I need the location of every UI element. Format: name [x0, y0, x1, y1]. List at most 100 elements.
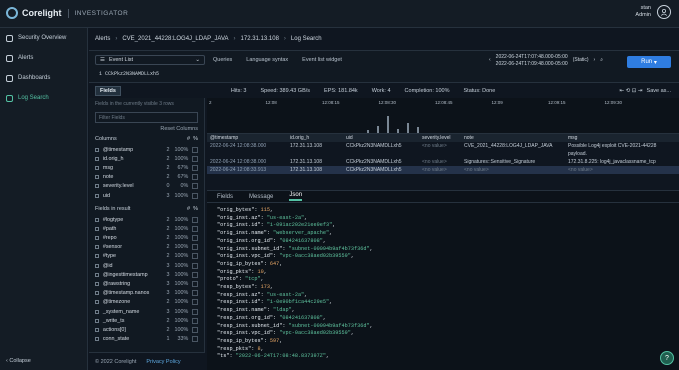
- checkbox[interactable]: [95, 184, 99, 189]
- query-tool-button[interactable]: Event list widget: [302, 57, 342, 63]
- field-row[interactable]: conn_state 1 33%: [89, 335, 204, 344]
- field-menu-icon[interactable]: [192, 164, 198, 171]
- column-header[interactable]: id.orig_h: [287, 135, 343, 141]
- field-row[interactable]: #type 2 100%: [89, 252, 204, 261]
- detail-tab-message[interactable]: Message: [249, 194, 273, 200]
- field-row[interactable]: id.orig_h 2 100%: [89, 154, 204, 163]
- checkbox[interactable]: [95, 337, 99, 342]
- field-row[interactable]: #path 2 100%: [89, 224, 204, 233]
- field-row[interactable]: note 2 67%: [89, 173, 204, 182]
- filter-fields-input[interactable]: Filter Fields: [95, 112, 198, 123]
- checkbox[interactable]: [95, 309, 99, 314]
- checkbox[interactable]: [95, 318, 99, 323]
- table-row[interactable]: payload.: [207, 150, 679, 158]
- field-row[interactable]: #repo 2 100%: [89, 234, 204, 243]
- prev-range-icon[interactable]: ‹: [489, 57, 491, 64]
- user-menu[interactable]: stan Admin: [635, 5, 671, 19]
- breadcrumb-item[interactable]: CVE_2021_44228:LOG4J_LDAP_JAVA: [122, 36, 228, 42]
- query-tool-button[interactable]: Language syntax: [246, 57, 288, 63]
- detail-tab-json[interactable]: Json: [289, 192, 303, 201]
- checkbox[interactable]: [95, 254, 99, 259]
- field-menu-icon[interactable]: [192, 253, 198, 260]
- checkbox[interactable]: [95, 193, 99, 198]
- field-menu-icon[interactable]: [192, 336, 198, 343]
- next-range-icon[interactable]: ›: [594, 57, 596, 64]
- query-tool-button[interactable]: Queries: [213, 57, 232, 63]
- column-header[interactable]: @timestamp: [207, 135, 287, 141]
- field-row[interactable]: @rawstring 3 100%: [89, 279, 204, 288]
- column-header[interactable]: msg: [565, 135, 665, 141]
- field-menu-icon[interactable]: [192, 225, 198, 232]
- field-menu-icon[interactable]: [192, 326, 198, 333]
- field-menu-icon[interactable]: [192, 271, 198, 278]
- field-row[interactable]: msg 2 67%: [89, 163, 204, 172]
- field-row[interactable]: actions[0] 2 100%: [89, 325, 204, 334]
- field-menu-icon[interactable]: [192, 299, 198, 306]
- field-row[interactable]: uid 3 100%: [89, 191, 204, 200]
- checkbox[interactable]: [95, 245, 99, 250]
- query-input[interactable]: 1 CCkPkz2N3NAMDLLxh5: [99, 71, 159, 77]
- checkbox[interactable]: [95, 226, 99, 231]
- field-row[interactable]: @ingesttimestamp 3 100%: [89, 270, 204, 279]
- save-as-button[interactable]: Save as...: [647, 88, 671, 94]
- help-button[interactable]: ?: [660, 351, 674, 365]
- checkbox[interactable]: [95, 282, 99, 287]
- field-row[interactable]: @timezone 2 100%: [89, 298, 204, 307]
- logo[interactable]: Corelight INVESTIGATOR: [6, 7, 128, 19]
- breadcrumb-item[interactable]: 172.31.13.108: [241, 36, 279, 42]
- reset-columns-button[interactable]: Reset Columns: [89, 125, 204, 133]
- checkbox[interactable]: [95, 272, 99, 277]
- privacy-policy-link[interactable]: Privacy Policy: [146, 359, 180, 365]
- field-menu-icon[interactable]: [192, 235, 198, 242]
- event-list-select[interactable]: ☰ Event List ⌄: [95, 55, 205, 65]
- table-row[interactable]: 2022-06-24 12:08:38.000 172.31.13.108 CCkP…: [207, 142, 679, 150]
- column-header[interactable]: note: [461, 135, 565, 141]
- field-menu-icon[interactable]: [192, 281, 198, 288]
- collapse-button[interactable]: ‹ Collapse: [6, 358, 31, 364]
- nav-item-alerts[interactable]: Alerts: [0, 48, 87, 68]
- field-menu-icon[interactable]: [192, 262, 198, 269]
- field-menu-icon[interactable]: [192, 317, 198, 324]
- nav-item-dashboards[interactable]: Dashboards: [0, 68, 87, 88]
- field-menu-icon[interactable]: [192, 174, 198, 181]
- field-menu-icon[interactable]: [192, 216, 198, 223]
- checkbox[interactable]: [95, 236, 99, 241]
- field-menu-icon[interactable]: [192, 308, 198, 315]
- field-menu-icon[interactable]: [192, 290, 198, 297]
- checkbox[interactable]: [95, 327, 99, 332]
- columns-group-header[interactable]: Columns # %: [89, 133, 204, 145]
- checkbox[interactable]: [95, 217, 99, 222]
- field-menu-icon[interactable]: [192, 183, 198, 190]
- field-row[interactable]: severity.level 0 0%: [89, 182, 204, 191]
- fields-toggle-button[interactable]: Fields: [95, 86, 121, 96]
- field-row[interactable]: @timestamp.nanos 3 100%: [89, 289, 204, 298]
- checkbox[interactable]: [95, 165, 99, 170]
- field-row[interactable]: _write_ts 2 100%: [89, 316, 204, 325]
- checkbox[interactable]: [95, 291, 99, 296]
- date-start[interactable]: 2022-06-24T17:07:48.000-05:00: [496, 54, 568, 61]
- breadcrumb-item[interactable]: Log Search: [291, 36, 322, 42]
- table-row[interactable]: 2022-06-24 12:08:33.913 172.31.13.108 CCkP…: [207, 166, 679, 174]
- date-end[interactable]: 2022-06-24T17:09:48.000-05:00: [496, 61, 568, 68]
- field-row[interactable]: #sensor 2 100%: [89, 243, 204, 252]
- toolbar-icons[interactable]: ⇤ ⟲ ⊡ ⇥: [620, 88, 643, 94]
- column-header[interactable]: uid: [343, 135, 419, 141]
- run-button[interactable]: Run ▾: [627, 56, 671, 68]
- timeline-chart[interactable]: 2 12:08 12:08:15 12:08:30 12:08:45 12:09 12:09…: [207, 98, 679, 134]
- field-menu-icon[interactable]: [192, 192, 198, 199]
- checkbox[interactable]: [95, 263, 99, 268]
- checkbox[interactable]: [95, 175, 99, 180]
- field-row[interactable]: @id 3 100%: [89, 261, 204, 270]
- nav-item-security-overview[interactable]: Security Overview: [0, 28, 87, 48]
- breadcrumb-item[interactable]: Alerts: [95, 36, 110, 42]
- result-group-header[interactable]: Fields in result # %: [89, 203, 204, 215]
- avatar[interactable]: [657, 5, 671, 19]
- field-menu-icon[interactable]: [192, 244, 198, 251]
- detail-tab-fields[interactable]: Fields: [217, 194, 233, 200]
- field-row[interactable]: @timestamp 2 100%: [89, 145, 204, 154]
- zoom-icon[interactable]: ⌕: [600, 57, 603, 64]
- field-row[interactable]: #logtype 2 100%: [89, 215, 204, 224]
- field-menu-icon[interactable]: [192, 155, 198, 162]
- field-row[interactable]: _system_name 3 100%: [89, 307, 204, 316]
- nav-item-log-search[interactable]: Log Search: [0, 88, 87, 108]
